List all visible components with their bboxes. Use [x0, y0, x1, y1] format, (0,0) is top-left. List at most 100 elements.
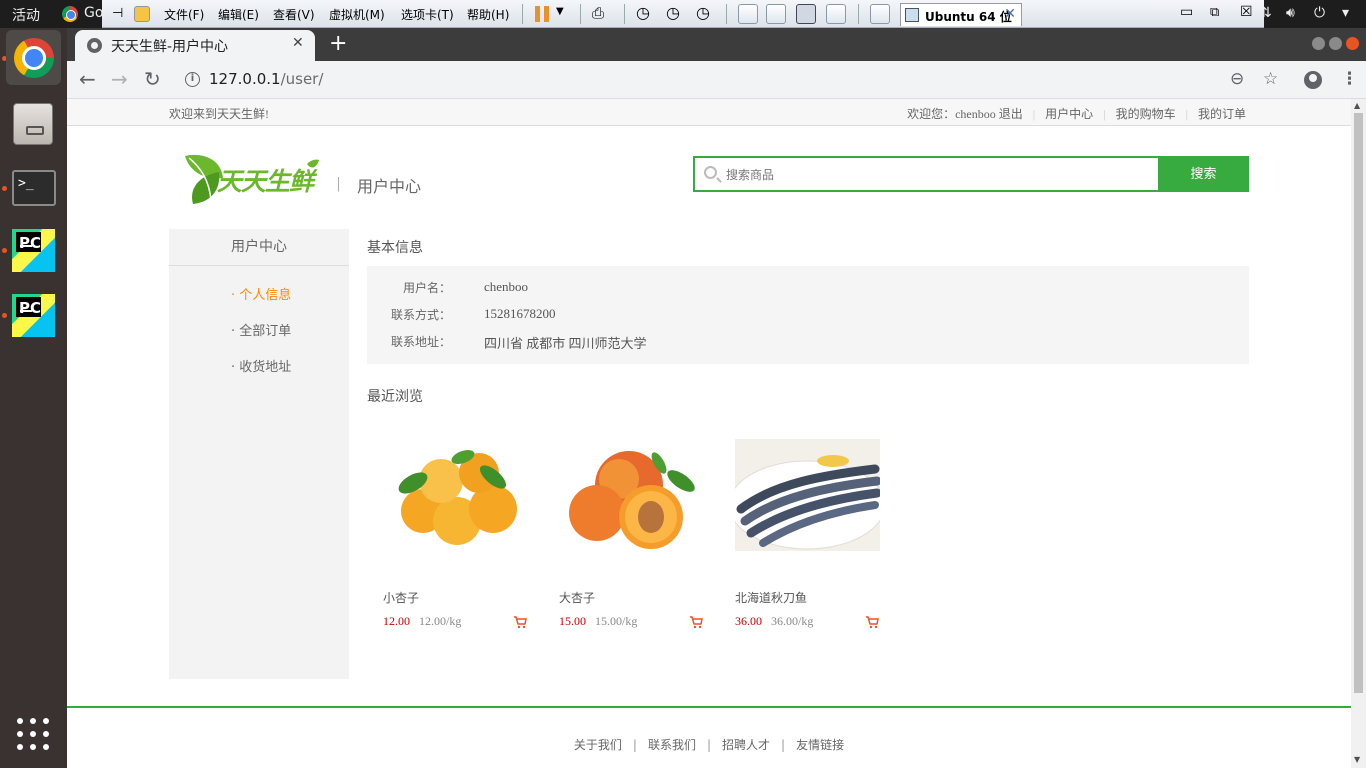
vm-tab-ubuntu[interactable]: Ubuntu 64 位 ✕ — [900, 3, 1022, 26]
dock-files[interactable] — [6, 96, 61, 151]
recent-title: 最近浏览 — [367, 389, 423, 405]
scroll-up-icon[interactable]: ▲ — [1354, 101, 1360, 110]
cart-link[interactable]: 我的购物车 — [1116, 107, 1176, 121]
page-scrollbar[interactable]: ▲ ▼ — [1351, 99, 1366, 768]
info-key: 联系方式： — [390, 308, 451, 322]
search-button[interactable]: 搜索 — [1158, 156, 1249, 192]
address-bar[interactable]: 127.0.0.1/user/ — [209, 70, 323, 88]
info-value: 四川省 成都市 四川师范大学 — [484, 336, 647, 351]
chrome-window: 天天生鲜-用户中心 ✕ + ← → ↻ i 127.0.0.1/user/ ⊖ … — [67, 28, 1366, 768]
system-tray[interactable]: ⇅ 🔊︎ ⏻ ▾ — [1256, 0, 1366, 28]
logout-link[interactable]: 退出 — [999, 107, 1023, 121]
close-icon[interactable] — [1346, 37, 1359, 50]
product-image[interactable] — [559, 439, 704, 551]
vm-icon — [905, 8, 919, 22]
add-to-cart-icon[interactable] — [865, 615, 879, 629]
footer-link-jobs[interactable]: 招聘人才 — [722, 738, 770, 752]
browser-toolbar: ← → ↻ i 127.0.0.1/user/ ⊖ ☆ ⋮ — [67, 61, 1366, 99]
info-row: 联系地址： 四川省 成都市 四川师范大学 — [367, 333, 967, 353]
close-icon[interactable]: ☒ — [1240, 4, 1253, 20]
menu-help[interactable]: 帮助(H) — [467, 6, 509, 23]
footer-link-friends[interactable]: 友情链接 — [796, 738, 844, 752]
new-tab-icon[interactable]: + — [329, 31, 347, 56]
url-path: /user/ — [280, 70, 324, 88]
dock-terminal[interactable]: >_ — [6, 161, 61, 216]
power-icon: ⏻ — [1314, 5, 1326, 21]
pause-dropdown-icon[interactable]: ▼ — [556, 6, 564, 17]
revert-snapshot-icon[interactable]: ◷ — [666, 3, 680, 22]
send-ctrl-alt-del-icon[interactable]: ⎙ — [592, 4, 604, 22]
pin-icon[interactable]: ⊣ — [112, 6, 123, 21]
dock-chrome[interactable] — [6, 30, 61, 85]
add-to-cart-icon[interactable] — [689, 615, 703, 629]
scrollbar-thumb[interactable] — [1354, 113, 1363, 693]
info-row: 联系方式： 15281678200 — [367, 306, 967, 326]
menu-edit[interactable]: 编辑(E) — [218, 6, 259, 23]
close-icon[interactable]: ✕ — [292, 35, 304, 51]
snapshot-manager-icon[interactable]: ◷ — [696, 3, 710, 22]
sidebar-item-profile[interactable]: · 个人信息 — [231, 284, 291, 303]
library-icon[interactable] — [870, 4, 890, 24]
info-key: 联系地址： — [390, 335, 451, 349]
product-card[interactable]: 大杏子 15.00 15.00/kg — [543, 439, 703, 639]
product-card[interactable]: 小杏子 12.00 12.00/kg — [367, 439, 527, 639]
header: 天天生鲜 | 用户中心 搜索商品 搜索 — [67, 127, 1351, 227]
sidebar-item-orders[interactable]: · 全部订单 — [231, 320, 291, 339]
orders-link[interactable]: 我的订单 — [1198, 107, 1246, 121]
site-info-icon[interactable]: i — [185, 72, 200, 87]
reload-icon[interactable]: ↻ — [144, 67, 161, 91]
product-name[interactable]: 北海道秋刀鱼 — [735, 589, 807, 606]
files-icon — [13, 103, 53, 145]
basic-info-title: 基本信息 — [367, 240, 423, 256]
minimize-icon[interactable]: ▭ — [1180, 4, 1193, 20]
more-menu-icon[interactable]: ⋮ — [1341, 69, 1358, 89]
scroll-down-icon[interactable]: ▼ — [1354, 755, 1360, 764]
menu-file[interactable]: 文件(F) — [164, 6, 204, 23]
snapshot-icon[interactable]: ◷ — [636, 3, 650, 22]
maximize-icon[interactable] — [1329, 37, 1342, 50]
zoom-icon[interactable]: ⊖ — [1230, 69, 1244, 89]
site-top-bar: 欢迎来到天天生鲜! 欢迎您：chenboo 退出 | 用户中心 | 我的购物车 | 我的订单 — [67, 99, 1351, 126]
console-view-icon[interactable] — [766, 4, 786, 24]
user-center-link[interactable]: 用户中心 — [1045, 107, 1093, 121]
unity-icon[interactable] — [826, 4, 846, 24]
browser-tab[interactable]: 天天生鲜-用户中心 ✕ — [75, 30, 315, 61]
show-applications-icon[interactable] — [17, 718, 51, 752]
dock-pycharm-2[interactable]: PC — [6, 288, 61, 343]
fullscreen-icon[interactable] — [796, 4, 816, 24]
bookmark-star-icon[interactable]: ☆ — [1263, 69, 1278, 89]
vmware-home-icon[interactable] — [134, 6, 150, 22]
close-icon[interactable]: ✕ — [1004, 6, 1016, 22]
welcome-text: 欢迎来到天天生鲜! — [169, 107, 269, 121]
product-unit-price: 15.00/kg — [595, 614, 638, 628]
product-name[interactable]: 小杏子 — [383, 589, 419, 606]
profile-avatar-icon[interactable] — [1304, 71, 1322, 89]
sidebar-item-address[interactable]: · 收货地址 — [231, 356, 291, 375]
info-key: 用户名： — [402, 281, 451, 295]
menu-view[interactable]: 查看(V) — [273, 6, 315, 23]
restore-icon[interactable]: ⧉ — [1210, 5, 1219, 20]
pause-icon[interactable] — [535, 6, 549, 22]
sidebar-view-icon[interactable] — [738, 4, 758, 24]
product-image[interactable] — [383, 439, 528, 551]
toolbar-divider — [726, 4, 727, 24]
product-name[interactable]: 大杏子 — [559, 589, 595, 606]
app-menu[interactable]: Go — [84, 5, 103, 21]
info-value: chenboo — [484, 279, 529, 294]
dock-pycharm[interactable]: PC — [6, 223, 61, 278]
info-row: 用户名： chenboo — [367, 279, 967, 299]
activities-button[interactable]: 活动 — [12, 5, 40, 25]
minimize-icon[interactable] — [1312, 37, 1325, 50]
menu-tabs[interactable]: 选项卡(T) — [401, 6, 454, 23]
menu-vm[interactable]: 虚拟机(M) — [329, 6, 385, 23]
product-image[interactable] — [735, 439, 880, 551]
add-to-cart-icon[interactable] — [513, 615, 527, 629]
search-input[interactable]: 搜索商品 — [693, 156, 1159, 192]
product-card[interactable]: 北海道秋刀鱼 36.00 36.00/kg — [719, 439, 880, 639]
back-icon[interactable]: ← — [79, 67, 96, 91]
ubuntu-dock: >_ PC PC — [0, 28, 67, 768]
footer-link-contact[interactable]: 联系我们 — [648, 738, 696, 752]
footer-link-about[interactable]: 关于我们 — [574, 738, 622, 752]
product-price: 15.00 — [559, 614, 586, 628]
forward-icon[interactable]: → — [111, 67, 128, 91]
